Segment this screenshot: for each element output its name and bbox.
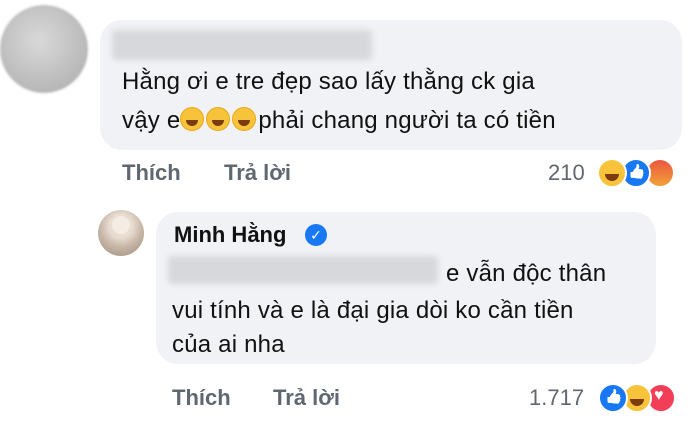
reply-text-line: của ai nha [172,331,285,358]
reaction-count[interactable]: 1.717 [529,385,584,411]
laughing-emoji-icon [232,107,257,131]
comment-text-line: Hằng ơi e tre đẹp sao lấy thằng ck gia [122,68,535,95]
commenter-avatar-blurred[interactable] [0,5,88,93]
blurred-mention [168,256,438,284]
author-avatar[interactable] [98,210,144,256]
reply-text-line: e vẫn độc thân [446,260,607,287]
haha-reaction-icon [597,158,627,188]
reply-text-line: vui tính và e là đại gia dòi ko cần tiền [172,297,574,324]
reaction-count[interactable]: 210 [548,160,585,186]
like-button[interactable]: Thích [172,385,231,411]
laughing-emoji-icon [180,107,205,131]
like-button[interactable]: Thích [122,160,181,186]
comment-text-fragment: vậy e [122,107,181,134]
laughing-emoji-icon [206,107,231,131]
author-name[interactable]: Minh Hằng [174,222,286,248]
like-reaction-icon [598,383,628,413]
reply-button[interactable]: Trả lời [273,385,340,411]
verified-badge-icon: ✓ [305,224,327,246]
blurred-commenter-name [112,30,372,60]
reply-button[interactable]: Trả lời [224,160,291,186]
comment-text-line: vậy e phải chang người ta có tiền [122,103,556,139]
comment-text-fragment: phải chang người ta có tiền [258,107,556,134]
